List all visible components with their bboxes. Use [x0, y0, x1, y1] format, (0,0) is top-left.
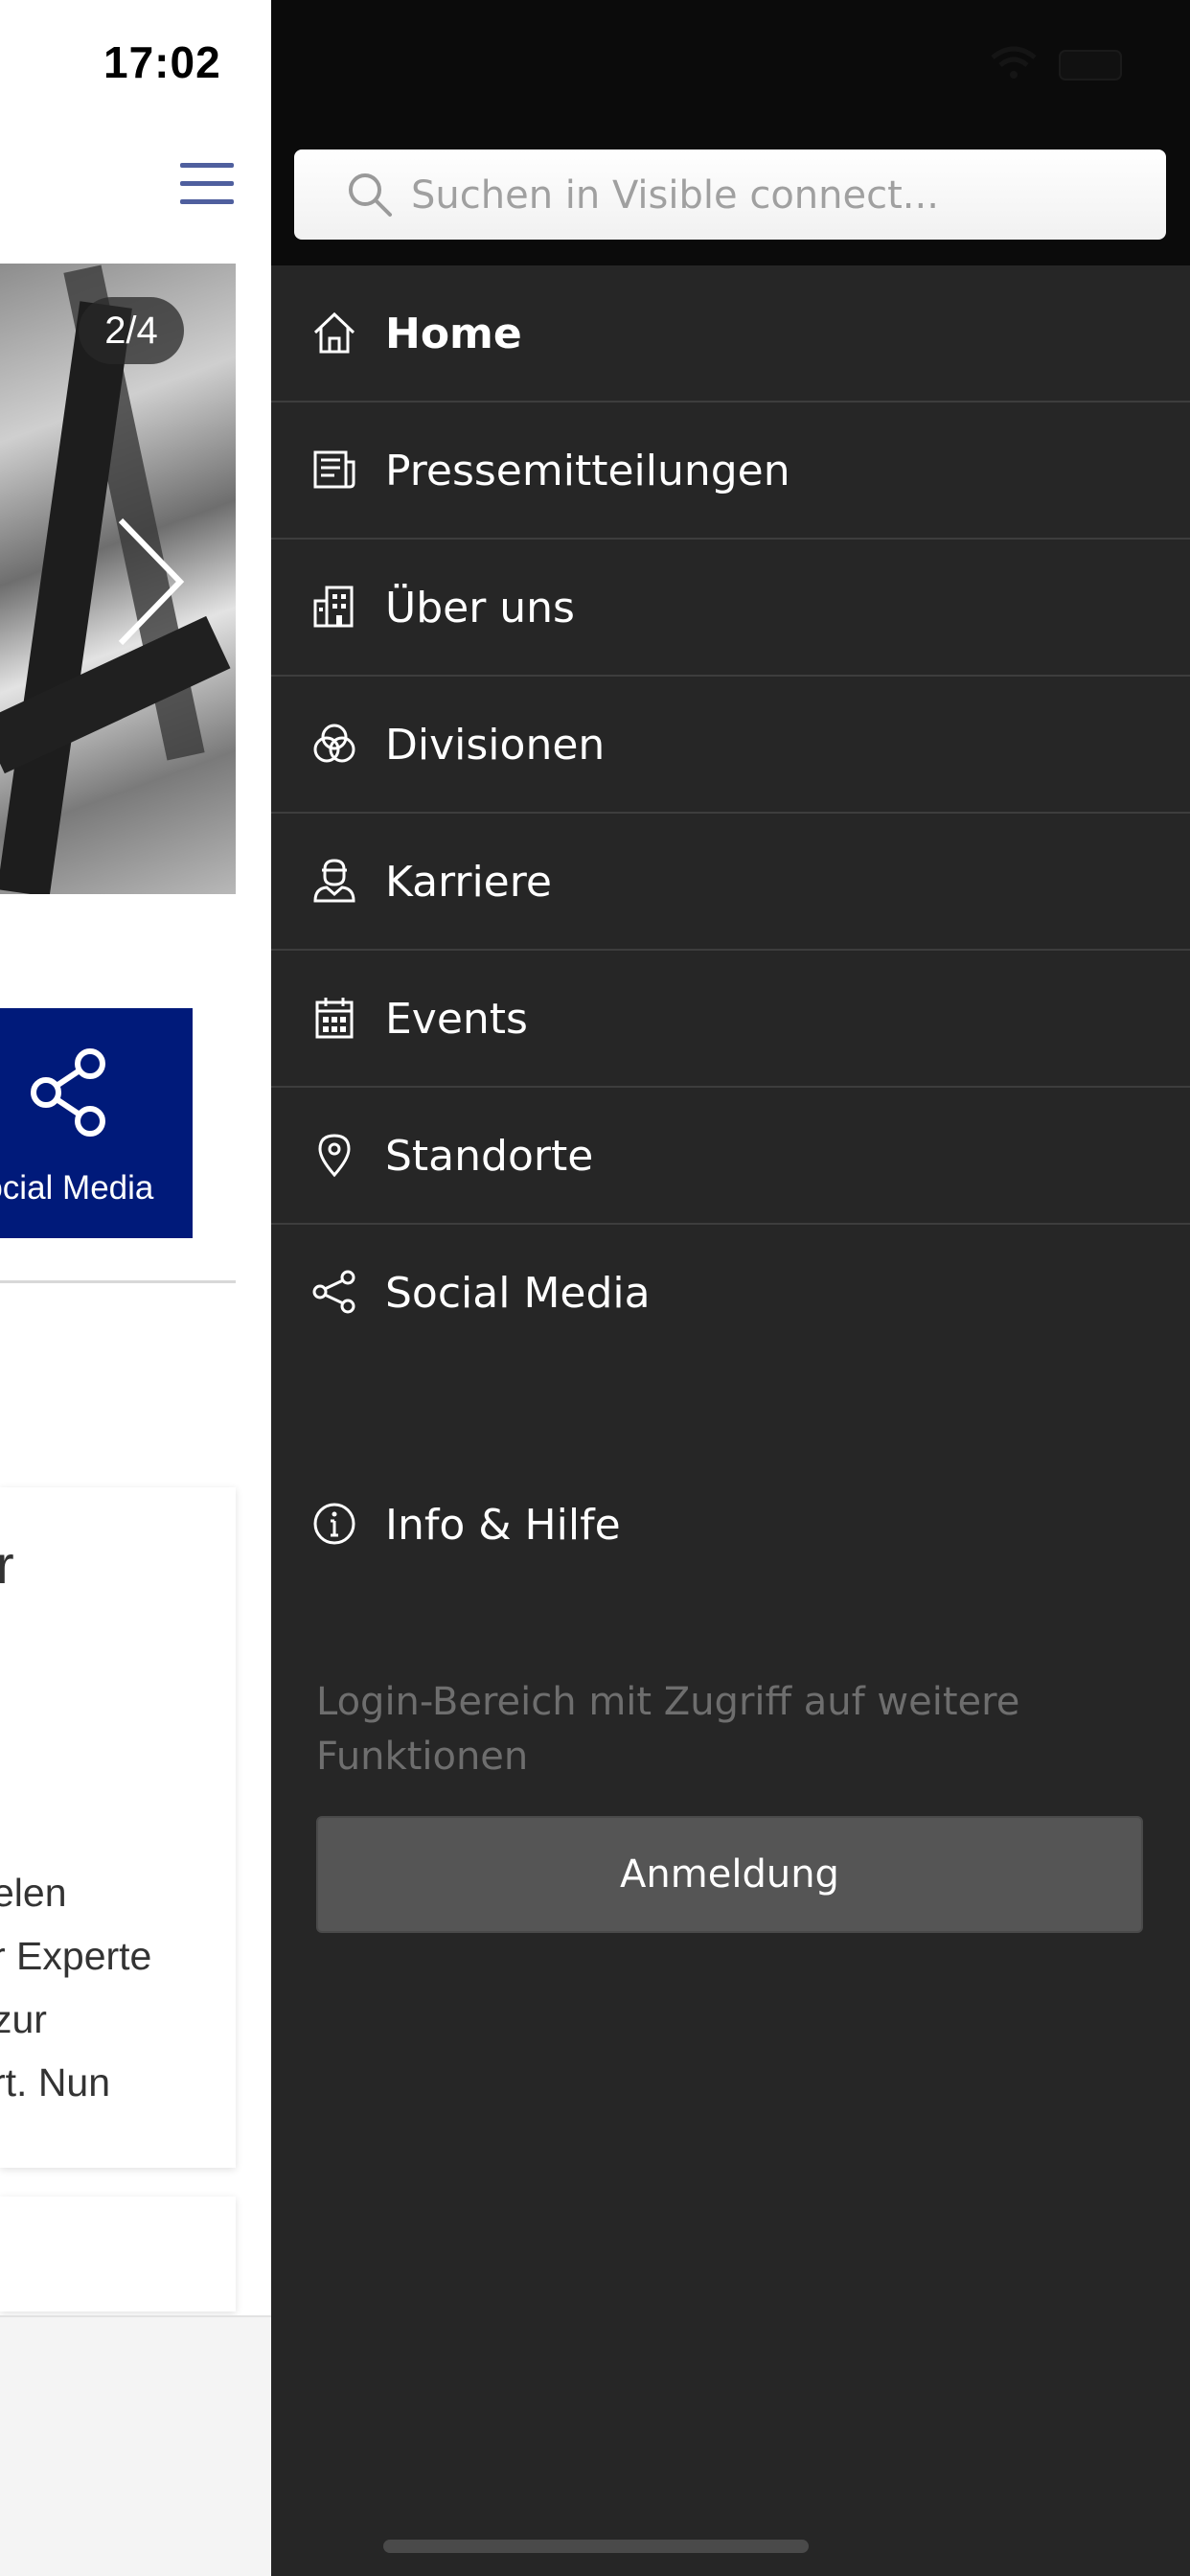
- hamburger-line: [180, 181, 234, 186]
- search-box[interactable]: [294, 150, 1166, 242]
- menu-item-ueber-uns[interactable]: Über uns: [271, 540, 1190, 677]
- menu-item-label: Home: [385, 310, 522, 358]
- hamburger-line: [180, 199, 234, 204]
- search-bar: [271, 126, 1190, 265]
- building-icon: [313, 586, 354, 628]
- slide-counter: 2/4: [79, 297, 184, 364]
- news-card[interactable]: [0, 2196, 236, 2312]
- menu-item-events[interactable]: Events: [271, 951, 1190, 1088]
- share-icon: [31, 1048, 105, 1137]
- menu-item-label: Events: [385, 995, 528, 1044]
- menu-item-label: Standorte: [385, 1132, 594, 1181]
- menu-item-divisionen[interactable]: Divisionen: [271, 677, 1190, 814]
- menu-item-info-hilfe[interactable]: Info & Hilfe: [271, 1457, 1190, 1594]
- app-page: 17:02 2/4 Social Media r elen r Experte …: [0, 0, 271, 2576]
- battery-icon: [1059, 50, 1122, 80]
- status-bar: [271, 0, 1190, 126]
- menu-item-social-media[interactable]: Social Media: [271, 1225, 1190, 1362]
- login-button[interactable]: Anmeldung: [316, 1816, 1143, 1933]
- social-media-tile[interactable]: Social Media: [0, 1008, 193, 1238]
- person-icon: [313, 859, 355, 903]
- login-hint-text: Login-Bereich mit Zugriff auf weitere Fu…: [316, 1680, 1020, 1779]
- home-indicator: [383, 2540, 809, 2553]
- social-media-tile-label: Social Media: [0, 1169, 154, 1207]
- menu-item-home[interactable]: Home: [271, 265, 1190, 402]
- image-slider[interactable]: 2/4: [0, 264, 236, 894]
- menu-item-standorte[interactable]: Standorte: [271, 1088, 1190, 1225]
- map-pin-icon: [318, 1134, 351, 1178]
- menu-item-label: Pressemitteilungen: [385, 447, 790, 495]
- menu-item-label: Social Media: [385, 1269, 651, 1318]
- home-icon: [313, 311, 355, 354]
- info-icon: [313, 1503, 355, 1545]
- navigation-drawer: Home Pressemitteilungen Über uns: [271, 0, 1190, 2576]
- menu-item-label: Info & Hilfe: [385, 1501, 621, 1550]
- bottom-bar: [0, 2315, 271, 2576]
- chevron-right-icon[interactable]: [113, 515, 190, 649]
- news-card-title: r: [0, 1534, 14, 1595]
- news-card[interactable]: r elen r Experte zur rt. Nun: [0, 1487, 236, 2168]
- menu-item-label: Über uns: [385, 584, 575, 632]
- menu-item-label: Divisionen: [385, 721, 606, 770]
- divisions-icon: [313, 724, 355, 763]
- newspaper-icon: [313, 450, 355, 489]
- wifi-icon: [991, 46, 1037, 79]
- news-card-text: elen r Experte zur rt. Nun: [0, 1871, 152, 2104]
- menu-item-label: Karriere: [385, 858, 552, 907]
- divider: [0, 1280, 236, 1283]
- calendar-icon: [315, 998, 354, 1039]
- status-time: 17:02: [103, 37, 221, 87]
- search-icon: [349, 173, 392, 217]
- share-icon: [312, 1270, 355, 1314]
- menu-item-pressemitteilungen[interactable]: Pressemitteilungen: [271, 402, 1190, 540]
- drawer-menu: Home Pressemitteilungen Über uns Divisio…: [271, 265, 1190, 1362]
- search-input[interactable]: [409, 150, 1141, 242]
- hamburger-line: [180, 163, 234, 168]
- menu-toggle-button[interactable]: [180, 163, 234, 205]
- menu-item-karriere[interactable]: Karriere: [271, 814, 1190, 951]
